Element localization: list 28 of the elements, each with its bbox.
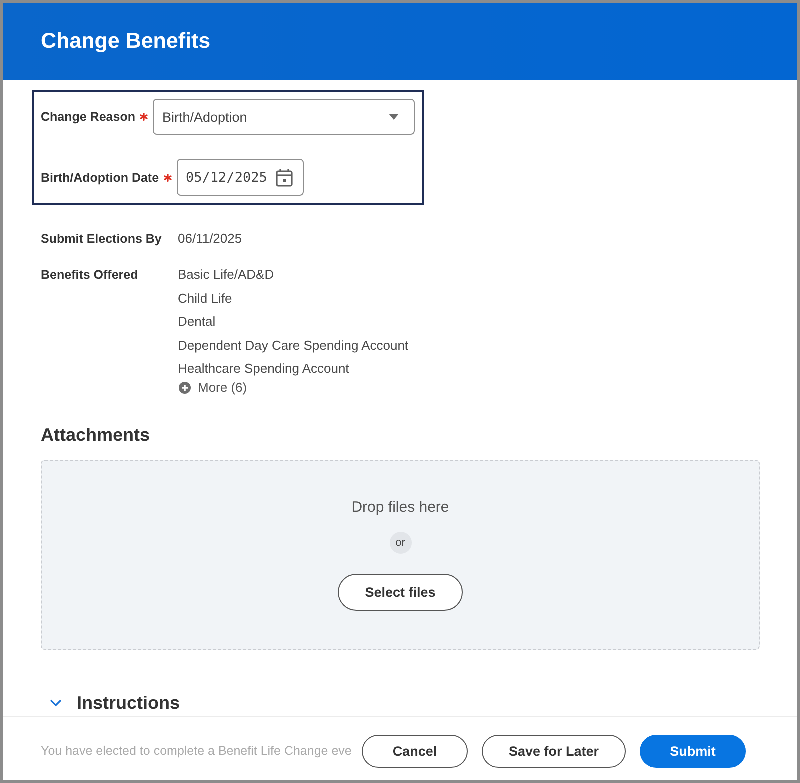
drop-zone[interactable]: Drop files here or Select files xyxy=(41,460,760,650)
action-button[interactable]: Cancel xyxy=(362,735,468,768)
section-heading: Instructions xyxy=(77,692,180,714)
dropdown-field[interactable]: Birth/Adoption xyxy=(153,99,415,135)
detail-label: Benefits Offered xyxy=(41,267,140,284)
instructions-text: You have elected to complete a Benefit Life Change eve xyxy=(41,742,352,760)
or-separator: or xyxy=(390,532,412,554)
detail-value: Dependent Day Care Spending Account xyxy=(178,336,409,355)
select-files-button[interactable]: Select files xyxy=(338,574,463,610)
chevron-down-icon[interactable] xyxy=(50,698,62,706)
plus-circle-icon xyxy=(179,382,191,394)
detail-label: Submit Elections By xyxy=(41,231,163,248)
submit-button[interactable]: Submit xyxy=(640,735,746,768)
drop-text: Drop files here xyxy=(352,498,450,518)
field-label: Birth/Adoption Date xyxy=(41,170,160,184)
detail-value: Healthcare Spending Account xyxy=(178,360,350,378)
more-link[interactable]: More (6) xyxy=(179,380,248,394)
field-label: Change Reason xyxy=(41,110,136,124)
detail-value: Child Life xyxy=(178,290,232,308)
date-field[interactable]: 05/12/2025 xyxy=(177,159,304,196)
calendar-icon[interactable] xyxy=(276,168,294,186)
detail-value: 06/11/2025 xyxy=(178,230,242,248)
detail-value: Basic Life/AD&D xyxy=(178,266,274,284)
action-button[interactable]: Save for Later xyxy=(482,735,626,768)
page-title: Change Benefits xyxy=(41,29,211,54)
detail-value: Dental xyxy=(178,313,216,331)
caret-down-icon xyxy=(389,114,399,120)
section-heading: Attachments xyxy=(41,424,150,446)
